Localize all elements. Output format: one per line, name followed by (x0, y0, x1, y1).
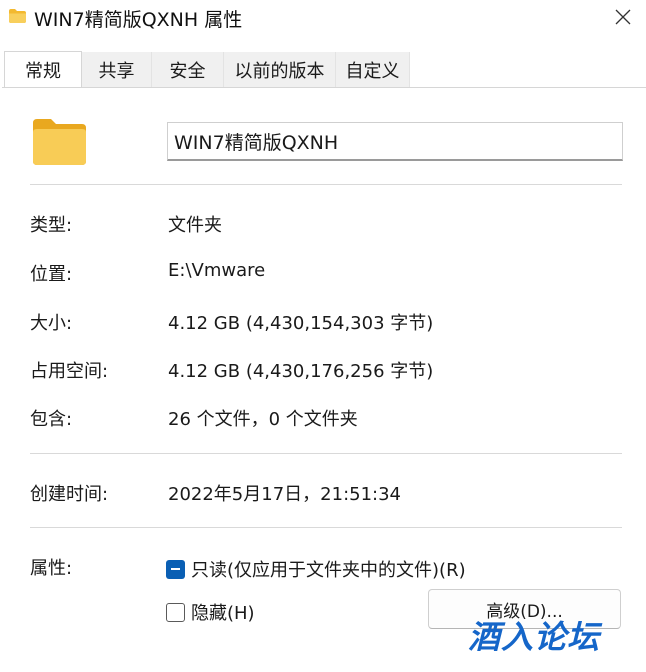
hidden-label: 隐藏(H) (191, 603, 255, 624)
hidden-checkbox[interactable]: 隐藏(H) (166, 599, 255, 625)
size-on-disk-label: 占用空间: (30, 361, 109, 382)
readonly-label: 只读(仅应用于文件夹中的文件)(R) (191, 560, 466, 581)
folder-icon (33, 119, 86, 165)
tab-general[interactable]: 常规 (4, 51, 82, 88)
size-on-disk-value: 4.12 GB (4,430,176,256 字节) (168, 361, 434, 382)
tab-previous-versions[interactable]: 以前的版本 (224, 52, 336, 88)
size-value: 4.12 GB (4,430,154,303 字节) (168, 313, 434, 334)
folder-name-input[interactable] (167, 122, 623, 161)
watermark-logo: 酒入论坛 (468, 618, 601, 656)
type-label: 类型: (30, 215, 73, 236)
folder-icon (9, 9, 26, 23)
divider (30, 453, 622, 454)
checkbox-indeterminate-icon (166, 559, 185, 579)
close-button[interactable] (600, 0, 646, 34)
contains-value: 26 个文件，0 个文件夹 (168, 409, 358, 430)
tab-bar: 常规 共享 安全 以前的版本 自定义 (0, 51, 646, 88)
tab-sharing[interactable]: 共享 (82, 52, 152, 88)
size-label: 大小: (30, 313, 73, 334)
title-bar: WIN7精简版QXNH 属性 (0, 0, 646, 36)
readonly-checkbox[interactable]: 只读(仅应用于文件夹中的文件)(R) (166, 556, 466, 582)
close-icon (615, 9, 631, 25)
divider (30, 184, 622, 185)
location-value: E:\Vmware (168, 260, 266, 281)
location-label: 位置: (30, 264, 73, 285)
created-value: 2022年5月17日，21:51:34 (168, 484, 402, 505)
created-label: 创建时间: (30, 484, 109, 505)
window-title: WIN7精简版QXNH 属性 (34, 9, 243, 31)
contains-label: 包含: (30, 409, 73, 430)
divider (30, 527, 622, 528)
tab-security[interactable]: 安全 (152, 52, 224, 88)
tab-customize[interactable]: 自定义 (336, 52, 410, 88)
type-value: 文件夹 (168, 215, 222, 236)
checkbox-unchecked-icon (166, 602, 185, 622)
attributes-label: 属性: (30, 558, 73, 579)
